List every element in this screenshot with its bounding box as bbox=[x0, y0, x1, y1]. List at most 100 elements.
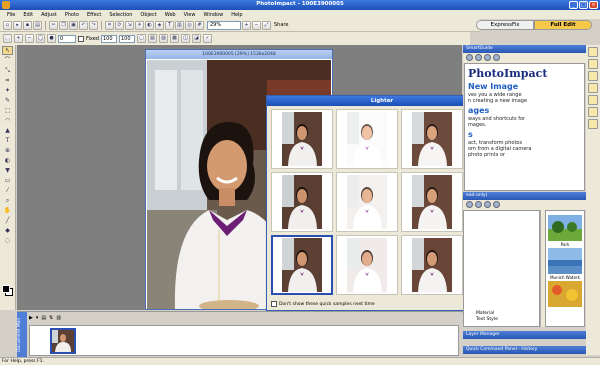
zoom-in-icon[interactable]: + bbox=[242, 20, 251, 30]
sample-thumbnail[interactable] bbox=[401, 235, 463, 295]
mode-g-icon[interactable]: ✓ bbox=[202, 34, 212, 43]
dropdown-icon[interactable]: ▾ bbox=[36, 315, 39, 321]
flowers-thumbnail[interactable] bbox=[548, 281, 582, 307]
filter-icon[interactable]: ◈ bbox=[155, 20, 164, 30]
copy-icon[interactable]: ❐ bbox=[59, 20, 68, 30]
height-field[interactable]: 100 bbox=[118, 34, 135, 43]
share-button[interactable]: Share bbox=[274, 22, 288, 28]
view-mode-icon[interactable]: ▤ bbox=[41, 315, 46, 321]
menu-web[interactable]: Web bbox=[161, 12, 180, 18]
list-item-text-style[interactable]: Text Style bbox=[464, 317, 539, 323]
munich-thumbnail[interactable] bbox=[548, 248, 582, 274]
value-field[interactable]: 0 bbox=[58, 34, 76, 43]
add-icon[interactable]: + bbox=[14, 34, 23, 43]
document-manager-tab[interactable]: Document Man bbox=[17, 312, 27, 358]
marquee-tool-icon[interactable]: ⬚ bbox=[2, 106, 13, 115]
shape-icon[interactable]: ◯ bbox=[36, 34, 45, 43]
paste-icon[interactable]: ▣ bbox=[69, 20, 78, 30]
stamp-tool-icon[interactable]: ◆ bbox=[2, 226, 13, 235]
search-icon[interactable] bbox=[475, 201, 482, 208]
save-icon[interactable]: ▪ bbox=[23, 20, 32, 30]
sample-thumbnail[interactable] bbox=[336, 235, 398, 295]
menu-effect[interactable]: Effect bbox=[83, 12, 105, 18]
open-icon[interactable]: ▸ bbox=[13, 20, 22, 30]
close-button[interactable]: × bbox=[589, 1, 598, 9]
layer-icon[interactable]: ▥ bbox=[175, 20, 184, 30]
lasso-tool-icon[interactable]: ⌒ bbox=[2, 56, 13, 65]
panel-toggle-icon[interactable] bbox=[588, 71, 598, 81]
smartguide-images-link[interactable]: ages bbox=[468, 106, 581, 115]
menu-view[interactable]: View bbox=[180, 12, 200, 18]
settings-icon[interactable] bbox=[493, 201, 500, 208]
zoom-out-icon[interactable]: − bbox=[252, 20, 261, 30]
text-tool-icon[interactable]: T bbox=[165, 20, 174, 30]
dont-show-checkbox[interactable] bbox=[271, 301, 277, 307]
mode-d-icon[interactable]: ▩ bbox=[169, 34, 179, 43]
zoom-select[interactable]: 29% bbox=[207, 20, 241, 30]
line-tool-icon[interactable]: ╱ bbox=[2, 216, 13, 225]
play-icon[interactable]: ▶ bbox=[29, 315, 33, 321]
magic-wand-icon[interactable]: ✦ bbox=[2, 86, 13, 95]
clone-tool-icon[interactable]: ⊕ bbox=[2, 146, 13, 155]
fixed-checkbox[interactable] bbox=[78, 35, 84, 42]
undo-icon[interactable]: ↶ bbox=[79, 20, 88, 30]
panel-toggle-icon[interactable] bbox=[588, 47, 598, 57]
menu-object[interactable]: Object bbox=[136, 12, 160, 18]
back-icon[interactable] bbox=[475, 54, 482, 61]
sample-thumbnail[interactable] bbox=[271, 172, 333, 232]
park-thumbnail[interactable] bbox=[548, 215, 582, 241]
shape-tool-icon[interactable]: ▲ bbox=[2, 126, 13, 135]
menu-window[interactable]: Window bbox=[199, 12, 227, 18]
menu-edit[interactable]: Edit bbox=[19, 12, 37, 18]
path-tool-icon[interactable]: ◠ bbox=[2, 116, 13, 125]
pick-tool-icon[interactable]: ↖ bbox=[2, 46, 13, 55]
selection-mode-icon[interactable]: ⬚ bbox=[3, 34, 12, 43]
resize-icon[interactable]: ⇲ bbox=[125, 20, 134, 30]
foreground-color-swatch[interactable] bbox=[2, 285, 10, 293]
sample-thumbnail[interactable] bbox=[401, 172, 463, 232]
document-thumbnail[interactable] bbox=[50, 328, 76, 354]
mode-e-icon[interactable]: ◫ bbox=[180, 34, 190, 43]
feather-icon[interactable]: ● bbox=[47, 34, 56, 43]
eyedropper-tool-icon[interactable]: ⁄ bbox=[2, 186, 13, 195]
tab-expressfix[interactable]: ExpressFix bbox=[476, 20, 534, 30]
home-icon[interactable] bbox=[466, 54, 473, 61]
minimize-button[interactable]: _ bbox=[569, 1, 578, 9]
filmstrip-icon[interactable]: ▥ bbox=[56, 315, 61, 321]
mode-a-icon[interactable]: ▢ bbox=[136, 34, 146, 43]
mode-b-icon[interactable]: ▧ bbox=[147, 34, 157, 43]
fit-icon[interactable]: ⤢ bbox=[262, 20, 271, 30]
view-icon[interactable] bbox=[484, 201, 491, 208]
maximize-button[interactable]: □ bbox=[579, 1, 588, 9]
panel-toggle-icon[interactable] bbox=[588, 107, 598, 117]
menu-adjust[interactable]: Adjust bbox=[37, 12, 61, 18]
mode-f-icon[interactable]: ◪ bbox=[191, 34, 201, 43]
cut-icon[interactable]: ✂ bbox=[49, 20, 58, 30]
panel-toggle-icon[interactable] bbox=[588, 83, 598, 93]
text-tool-icon[interactable]: T bbox=[2, 136, 13, 145]
panel-toggle-icon[interactable] bbox=[588, 119, 598, 129]
web-icon[interactable]: ◎ bbox=[185, 20, 194, 30]
width-field[interactable]: 100 bbox=[100, 34, 117, 43]
smartguide-new-image-link[interactable]: New Image bbox=[468, 82, 581, 91]
print-icon[interactable] bbox=[493, 54, 500, 61]
sample-thumbnail[interactable] bbox=[271, 109, 333, 169]
print-icon[interactable]: ▤ bbox=[33, 20, 42, 30]
hand-tool-icon[interactable]: ✋ bbox=[2, 206, 13, 215]
enhance-icon[interactable]: ☀ bbox=[135, 20, 144, 30]
transform-tool-icon[interactable]: ⤡ bbox=[2, 66, 13, 75]
panel-toggle-icon[interactable] bbox=[588, 95, 598, 105]
subtract-icon[interactable]: − bbox=[25, 34, 34, 43]
grid-icon[interactable]: # bbox=[195, 20, 204, 30]
library-icon[interactable] bbox=[466, 201, 473, 208]
paint-tool-icon[interactable]: ✎ bbox=[2, 96, 13, 105]
blur-tool-icon[interactable]: ◌ bbox=[2, 236, 13, 245]
tab-full-edit[interactable]: Full Edit bbox=[534, 20, 592, 30]
crop-tool-icon[interactable]: ⌗ bbox=[2, 76, 13, 85]
forward-icon[interactable] bbox=[484, 54, 491, 61]
sample-thumbnail[interactable] bbox=[401, 109, 463, 169]
sort-icon[interactable]: ⇅ bbox=[49, 315, 53, 321]
sample-thumbnail[interactable] bbox=[336, 109, 398, 169]
smartguide-link-3[interactable]: s bbox=[468, 130, 581, 139]
menu-file[interactable]: File bbox=[3, 12, 19, 18]
